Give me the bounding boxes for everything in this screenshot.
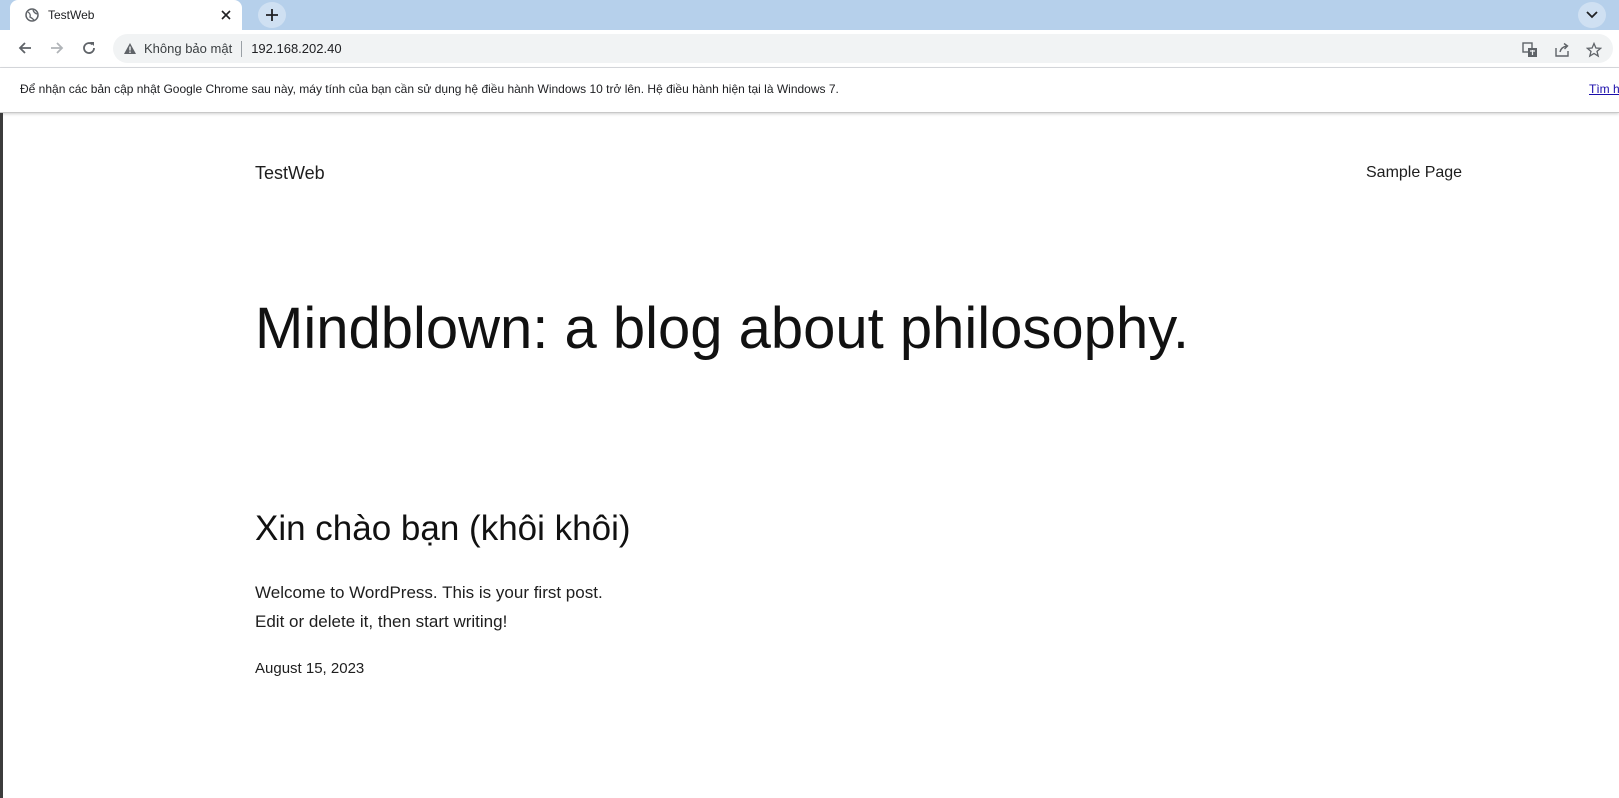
new-tab-button[interactable] [258,2,286,28]
bookmark-star-icon[interactable] [1585,41,1603,59]
reload-icon [83,42,95,54]
page-content: TestWeb Sample Page Mindblown: a blog ab… [0,113,1619,798]
reload-button[interactable] [77,36,101,60]
address-bar[interactable]: Không bảo mật 192.168.202.40 [113,34,1613,63]
update-infobar: Để nhận các bản cập nhật Google Chrome s… [0,68,1619,113]
security-status-label[interactable]: Không bảo mật [144,41,232,56]
chevron-down-icon [1586,11,1598,19]
nav-item-sample-page[interactable]: Sample Page [1366,164,1462,182]
post-excerpt: Welcome to WordPress. This is your first… [255,578,675,636]
tab-title: TestWeb [48,8,95,22]
tab-search-button[interactable] [1578,2,1606,28]
plus-icon [266,9,278,21]
globe-icon [24,7,40,23]
url-text[interactable]: 192.168.202.40 [251,41,341,56]
warning-icon[interactable] [122,41,138,57]
forward-arrow-icon [51,42,64,54]
post-title[interactable]: Xin chào bạn (khôi khôi) [255,509,631,549]
share-icon[interactable] [1553,41,1571,59]
infobar-message: Để nhận các bản cập nhật Google Chrome s… [20,82,839,96]
browser-tab[interactable]: TestWeb [10,0,242,30]
back-arrow-icon [18,42,31,54]
back-button[interactable] [13,36,37,60]
infobar-learn-more-link[interactable]: Tìm h [1589,82,1619,96]
post-date[interactable]: August 15, 2023 [255,660,364,677]
forward-button[interactable] [45,36,69,60]
post-excerpt-line: Welcome to WordPress. This is your first… [255,583,603,602]
browser-toolbar: Không bảo mật 192.168.202.40 [0,30,1619,68]
omnibox-divider [241,40,243,57]
post-excerpt-line: Edit or delete it, then start writing! [255,612,508,631]
close-tab-icon[interactable] [216,5,236,25]
tab-strip: TestWeb [0,0,1619,30]
site-title[interactable]: TestWeb [255,163,325,184]
translate-icon[interactable] [1521,41,1539,59]
hero-heading: Mindblown: a blog about philosophy. [255,296,1190,361]
